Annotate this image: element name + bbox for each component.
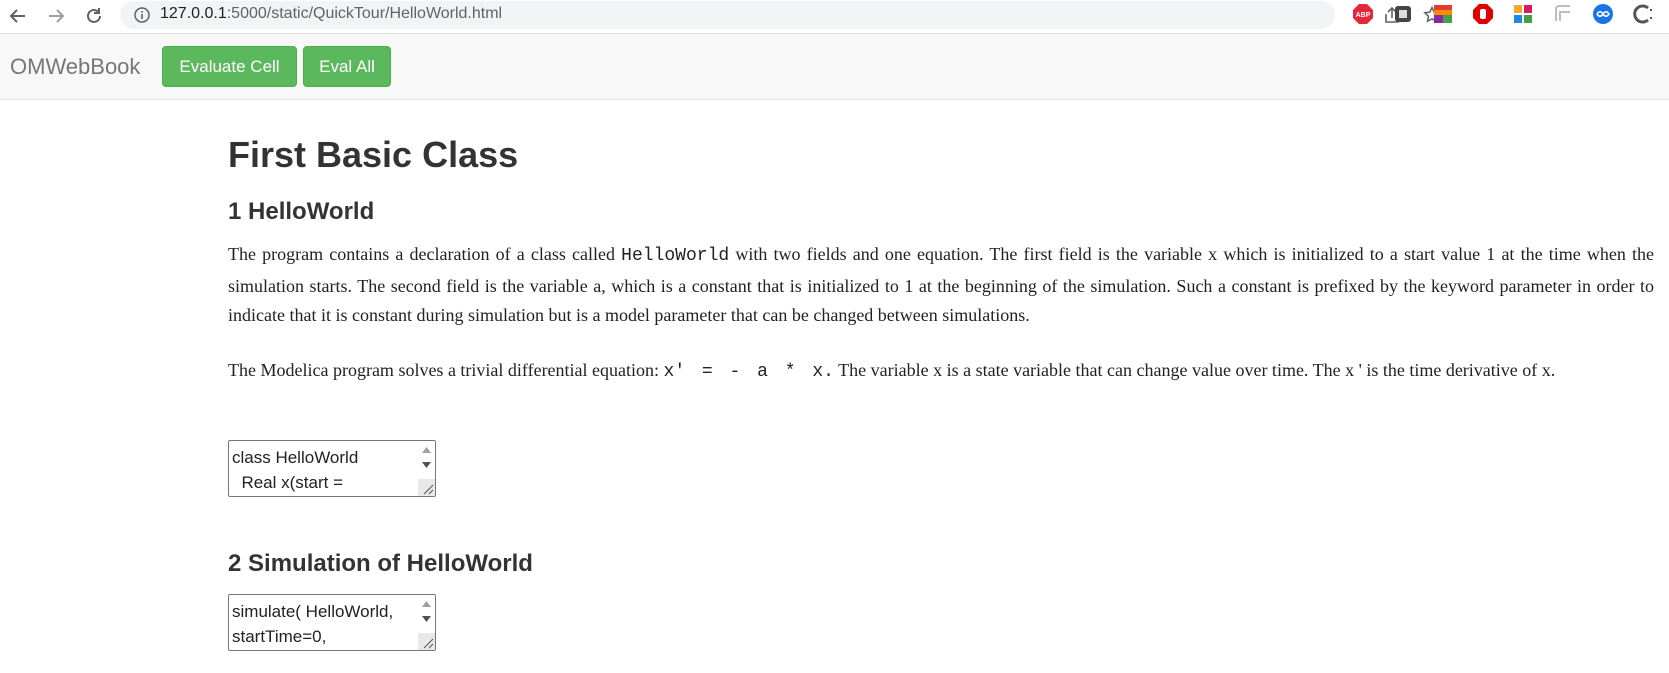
scroll-up-arrow-icon[interactable]: [418, 597, 435, 611]
code-cell-simulation[interactable]: simulate( HelloWorld, startTime=0,: [228, 594, 436, 651]
c-extension-icon[interactable]: [1632, 3, 1654, 25]
grey-extension-icon[interactable]: [1552, 3, 1574, 25]
brand-logo-text[interactable]: OMWebBook: [10, 54, 140, 80]
url-text[interactable]: 127.0.0.1:5000/static/QuickTour/HelloWor…: [160, 5, 502, 23]
info-icon[interactable]: [134, 7, 150, 23]
inline-code-equation: x' = - a * x.: [663, 362, 834, 382]
para1-text-a: The program contains a declaration of a …: [228, 244, 622, 264]
description-paragraph-2: The Modelica program solves a trivial di…: [228, 356, 1654, 388]
section-heading-simulation: 2 Simulation of HelloWorld: [228, 550, 533, 577]
url-path: :5000/static/QuickTour/HelloWorld.html: [226, 5, 503, 22]
browser-toolbar: 127.0.0.1:5000/static/QuickTour/HelloWor…: [0, 0, 1669, 34]
infinity-extension-icon[interactable]: [1592, 3, 1614, 25]
tiles-extension-icon[interactable]: [1512, 3, 1534, 25]
color-grid-icon[interactable]: [1432, 3, 1454, 25]
eval-all-button[interactable]: Eval All: [303, 46, 391, 87]
inline-code-helloworld: HelloWorld: [621, 246, 730, 266]
description-paragraph-1: The program contains a declaration of a …: [228, 240, 1654, 331]
code-cell-text[interactable]: simulate( HelloWorld, startTime=0,: [232, 599, 393, 649]
adblock-icon[interactable]: ABP: [1352, 3, 1374, 25]
scroll-down-arrow-icon[interactable]: [418, 458, 435, 472]
evaluate-cell-button[interactable]: Evaluate Cell: [162, 46, 297, 87]
stop-hand-icon[interactable]: [1472, 3, 1494, 25]
para2-text-b: The variable x is a state variable that …: [833, 360, 1556, 380]
code-cell-helloworld[interactable]: class HelloWorld Real x(start =: [228, 440, 436, 497]
back-arrow-icon[interactable]: [4, 2, 32, 30]
scroll-down-arrow-icon[interactable]: [418, 612, 435, 626]
resize-grip-icon[interactable]: [418, 633, 435, 650]
url-host: 127.0.0.1: [160, 5, 227, 22]
section-heading-helloworld: 1 HelloWorld: [228, 198, 375, 225]
reload-icon[interactable]: [80, 2, 108, 30]
forward-arrow-icon[interactable]: [42, 2, 70, 30]
page-title: First Basic Class: [228, 134, 519, 175]
app-navbar: OMWebBook Evaluate Cell Eval All: [0, 34, 1669, 100]
resize-grip-icon[interactable]: [418, 479, 435, 496]
code-cell-text[interactable]: class HelloWorld Real x(start =: [232, 445, 358, 495]
para2-text-a: The Modelica program solves a trivial di…: [228, 360, 664, 380]
svg-text:ABP: ABP: [1356, 12, 1371, 19]
extension-puzzle-icon[interactable]: [1392, 3, 1414, 25]
address-bar[interactable]: 127.0.0.1:5000/static/QuickTour/HelloWor…: [120, 1, 1441, 29]
scroll-up-arrow-icon[interactable]: [418, 443, 435, 457]
